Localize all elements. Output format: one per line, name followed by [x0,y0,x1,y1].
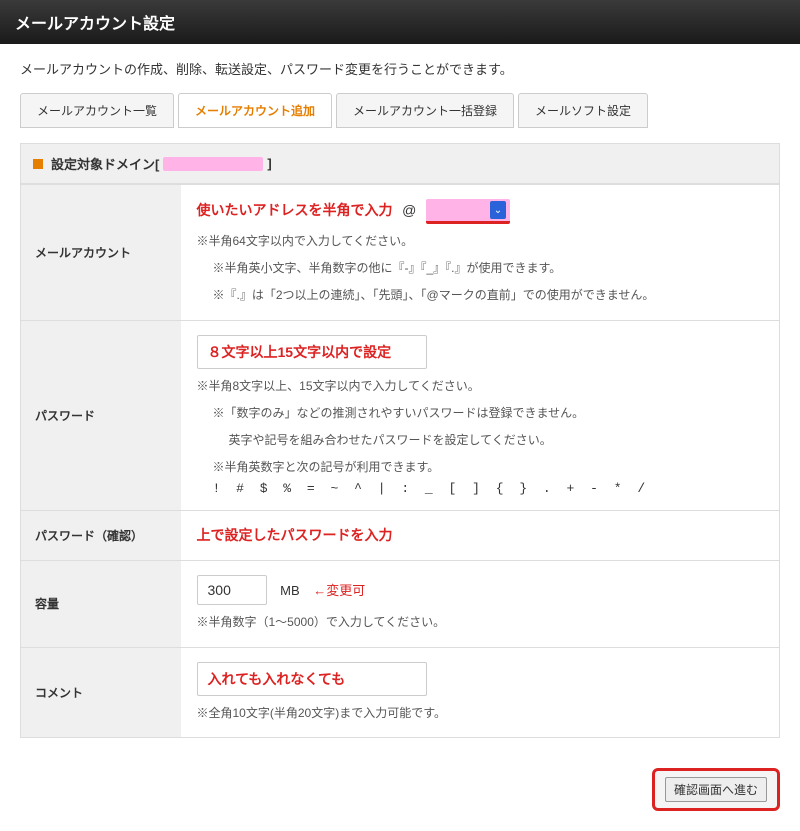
page-title: メールアカウント設定 [15,16,175,33]
comment-label: コメント [21,647,181,737]
password-confirm-annotation: 上で設定したパスワードを入力 [197,527,393,543]
domain-select[interactable]: ⌄ [426,199,510,224]
tabs: メールアカウント一覧 メールアカウント追加 メールアカウント一括登録 メールソフ… [0,93,800,128]
password-hint1: ※半角8文字以上、15文字以内で入力してください。 [197,377,764,396]
tab-account-bulk[interactable]: メールアカウント一括登録 [336,93,514,128]
password-confirm-label: パスワード（確認） [21,511,181,561]
domain-header: 設定対象ドメイン[ ] [20,143,780,184]
footer: 確認画面へ進む [0,758,800,831]
comment-input[interactable]: 入れても入れなくても [197,662,427,696]
capacity-unit: MB [280,583,300,598]
page-description: メールアカウントの作成、削除、転送設定、パスワード変更を行うことができます。 [0,44,800,93]
tab-account-list[interactable]: メールアカウント一覧 [20,93,174,128]
comment-hint: ※全角10文字(半角20文字)まで入力可能です。 [197,704,764,723]
at-sign: @ [402,202,416,218]
page-header: メールアカウント設定 [0,0,800,44]
password-hint2: ※「数字のみ」などの推測されやすいパスワードは登録できません。 [213,404,764,423]
capacity-input[interactable]: 300 [197,575,267,605]
tab-mail-soft[interactable]: メールソフト設定 [518,93,648,128]
account-hint2: ※半角英小文字、半角数字の他に『-』『_』『.』が使用できます。 [213,259,764,278]
capacity-label: 容量 [21,561,181,647]
domain-suffix: ] [267,156,271,171]
submit-button-label: 確認画面へ進む [665,777,767,802]
account-hint1: ※半角64文字以内で入力してください。 [197,232,764,251]
capacity-change-note: ←変更可 [313,583,365,598]
domain-prefix: 設定対象ドメイン[ [51,154,159,173]
account-annotation: 使いたいアドレスを半角で入力 [197,202,393,218]
form-table: メールアカウント 使いたいアドレスを半角で入力 @ ⌄ ※半角64文字以内で入力… [20,184,780,738]
account-label: メールアカウント [21,185,181,321]
password-input[interactable]: ８文字以上15文字以内で設定 [197,335,427,369]
capacity-hint: ※半角数字（1～5000）で入力してください。 [197,613,764,632]
account-hint3: ※『.』は「2つ以上の連続」、「先頭」、「@マークの直前」での使用ができません。 [213,286,764,305]
square-icon [33,159,43,169]
password-symbols: ! # $ % = ~ ^ | : _ [ ] { } . + - * / [213,481,764,496]
password-hint3: 英字や記号を組み合わせたパスワードを設定してください。 [229,431,764,450]
password-hint4: ※半角英数字と次の記号が利用できます。 [213,458,764,477]
password-label: パスワード [21,320,181,511]
submit-button[interactable]: 確認画面へ進む [652,768,780,811]
form-content: 設定対象ドメイン[ ] メールアカウント 使いたいアドレスを半角で入力 @ ⌄ … [0,143,800,758]
chevron-down-icon: ⌄ [490,201,506,219]
tab-account-add[interactable]: メールアカウント追加 [178,93,332,128]
redacted-domain [163,157,263,171]
